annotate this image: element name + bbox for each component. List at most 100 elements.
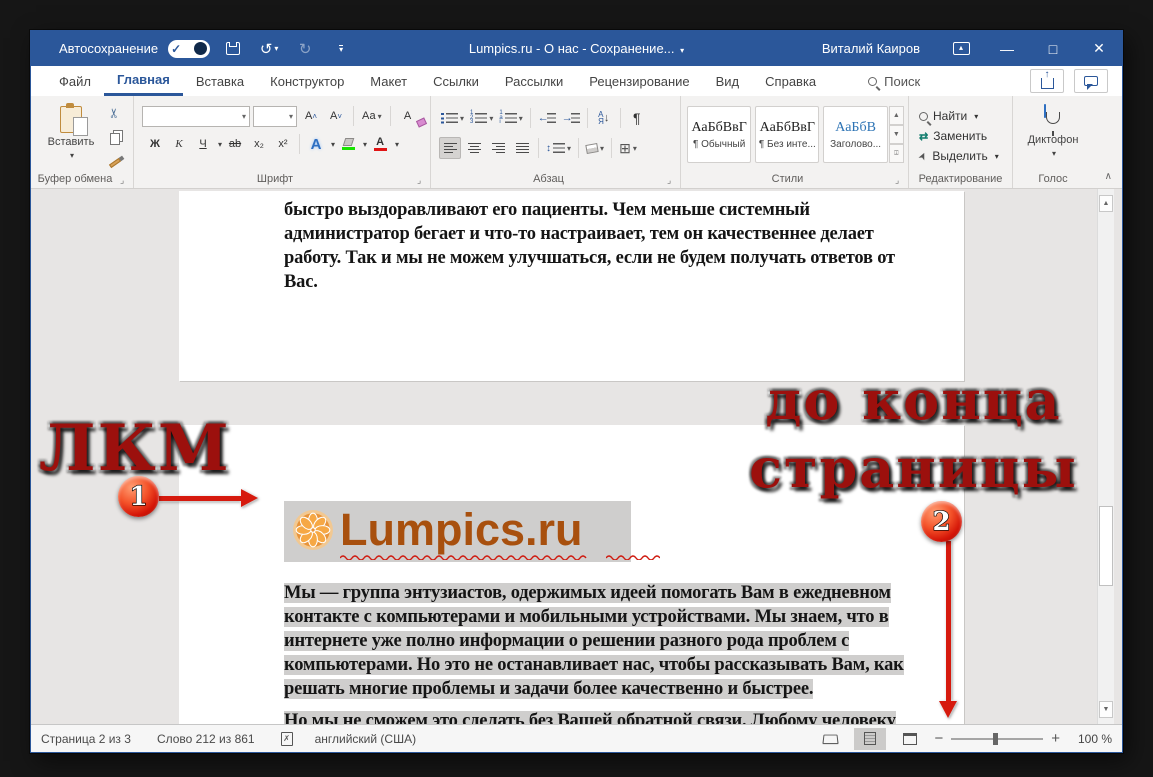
zoom-slider[interactable]	[951, 738, 1043, 740]
grow-font-button[interactable]: А˄	[300, 105, 322, 127]
tab-design[interactable]: Конструктор	[257, 66, 357, 96]
logo-line-selected[interactable]: Lumpics.ru	[284, 501, 631, 562]
underline-button[interactable]: Ч	[192, 133, 214, 155]
tab-insert[interactable]: Вставка	[183, 66, 257, 96]
zoom-percentage[interactable]: 100 %	[1068, 732, 1112, 746]
copy-button[interactable]	[103, 126, 125, 148]
style-no-spacing[interactable]: АаБбВвГ ¶ Без инте...	[755, 106, 819, 163]
page-indicator[interactable]: Страница 2 из 3	[41, 732, 131, 746]
title-dropdown-icon[interactable]: ▾	[680, 46, 684, 55]
maximize-button[interactable]: □	[1030, 31, 1076, 66]
italic-button[interactable]: К	[168, 133, 190, 155]
highlight-dropdown-icon[interactable]: ▾	[363, 140, 367, 149]
increase-indent-button[interactable]: →	[560, 107, 582, 129]
user-name[interactable]: Виталий Каиров	[822, 41, 920, 56]
decrease-indent-button[interactable]: ←	[536, 107, 558, 129]
scroll-down-icon[interactable]: ▼	[1099, 701, 1113, 718]
redo-button[interactable]: ↻	[292, 37, 318, 61]
word-count[interactable]: Слово 212 из 861	[157, 732, 255, 746]
bold-button[interactable]: Ж	[144, 133, 166, 155]
find-button[interactable]: Найти▾	[913, 106, 1008, 126]
customize-quick-access-button[interactable]: ▾	[328, 37, 354, 61]
subscript-button[interactable]: x₂	[248, 133, 270, 155]
show-marks-button[interactable]: ¶	[626, 107, 648, 129]
replace-button[interactable]: ⇄ Заменить	[913, 126, 1008, 146]
language-indicator[interactable]: английский (США)	[315, 732, 416, 746]
tab-help[interactable]: Справка	[752, 66, 829, 96]
superscript-button[interactable]: x²	[272, 133, 294, 155]
styles-more-button[interactable]: ⍗	[889, 144, 904, 163]
step1-arrow	[159, 489, 258, 507]
page1-paragraph[interactable]: быстро выздоравливают его пациенты. Чем …	[284, 198, 902, 294]
close-button[interactable]: ✕	[1076, 31, 1122, 66]
print-layout-button[interactable]	[854, 728, 886, 750]
selected-paragraph-1[interactable]: Мы — группа энтузиастов, одержимых идеей…	[284, 581, 906, 701]
ribbon-display-options-button[interactable]: ▴	[938, 31, 984, 66]
styles-scroll-down-button[interactable]: ▼	[889, 125, 904, 144]
align-center-button[interactable]	[463, 137, 485, 159]
proofing-errors-icon[interactable]: ✗	[281, 732, 293, 746]
text-effects-button[interactable]: А	[305, 133, 327, 155]
line-spacing-button[interactable]: ↕▾	[544, 137, 573, 159]
comments-button[interactable]	[1074, 69, 1108, 93]
align-left-button[interactable]	[439, 137, 461, 159]
font-color-dropdown-icon[interactable]: ▾	[395, 140, 399, 149]
chevron-down-icon: ▾	[70, 151, 74, 160]
tab-layout[interactable]: Макет	[357, 66, 420, 96]
read-mode-button[interactable]	[814, 728, 846, 750]
save-button[interactable]	[220, 37, 246, 61]
tab-view[interactable]: Вид	[703, 66, 753, 96]
dialog-launcher-icon[interactable]: ⌟	[120, 175, 130, 185]
tab-file[interactable]: Файл	[31, 66, 104, 96]
font-color-button[interactable]: А	[369, 133, 391, 155]
scroll-up-icon[interactable]: ▲	[1099, 195, 1113, 212]
align-right-button[interactable]	[487, 137, 509, 159]
paste-button[interactable]: Вставить ▾	[45, 102, 97, 168]
text-effects-dropdown-icon[interactable]: ▾	[331, 140, 335, 149]
font-name-combo[interactable]: ▾	[142, 106, 250, 127]
ribbon-display-icon: ▴	[953, 42, 970, 55]
scrollbar-thumb[interactable]	[1099, 506, 1113, 586]
dictate-button[interactable]: Диктофон ▾	[1017, 100, 1089, 158]
style-normal[interactable]: АаБбВвГ ¶ Обычный	[687, 106, 751, 163]
highlight-button[interactable]	[337, 133, 359, 155]
numbering-button[interactable]: 1 2 3▾	[468, 107, 495, 129]
web-layout-button[interactable]	[894, 728, 926, 750]
zoom-out-button[interactable]: −	[934, 730, 943, 747]
vertical-scrollbar[interactable]: ▲ ▼	[1097, 189, 1114, 726]
page-1[interactable]: быстро выздоравливают его пациенты. Чем …	[179, 191, 964, 381]
minimize-button[interactable]: —	[984, 31, 1030, 66]
shrink-font-button[interactable]: А˅	[325, 105, 347, 127]
collapse-ribbon-button[interactable]: ∧	[1105, 171, 1112, 182]
borders-button[interactable]: ⊞▾	[617, 137, 639, 159]
dialog-launcher-icon[interactable]: ⌟	[667, 175, 677, 185]
share-button[interactable]	[1030, 69, 1064, 93]
shading-button[interactable]: ▾	[584, 137, 606, 159]
strikethrough-button[interactable]: ab	[224, 133, 246, 155]
underline-dropdown-icon[interactable]: ▾	[218, 140, 222, 149]
style-heading[interactable]: АаБбВ Заголово...	[823, 106, 887, 163]
cut-button[interactable]: ✂	[103, 102, 125, 124]
dialog-launcher-icon[interactable]: ⌟	[417, 175, 427, 185]
group-styles: АаБбВвГ ¶ Обычный АаБбВвГ ¶ Без инте... …	[681, 96, 909, 188]
tab-review[interactable]: Рецензирование	[576, 66, 702, 96]
change-case-button[interactable]: Аа▾	[360, 105, 384, 127]
tab-references[interactable]: Ссылки	[420, 66, 492, 96]
tab-mailings[interactable]: Рассылки	[492, 66, 576, 96]
justify-button[interactable]	[511, 137, 533, 159]
zoom-slider-thumb[interactable]	[993, 733, 998, 745]
tab-home[interactable]: Главная	[104, 66, 183, 96]
styles-scroll-up-button[interactable]: ▲	[889, 106, 904, 125]
select-button[interactable]: ➤ Выделить▾	[913, 146, 1008, 166]
undo-button[interactable]: ↺▾	[256, 37, 282, 61]
autosave-toggle[interactable]: ✓	[168, 40, 210, 58]
bullets-button[interactable]: ▾	[439, 107, 466, 129]
clear-formatting-button[interactable]: А	[397, 105, 419, 127]
dialog-launcher-icon[interactable]: ⌟	[895, 175, 905, 185]
format-painter-button[interactable]	[103, 150, 125, 172]
sort-button[interactable]: АЯ↓	[593, 107, 615, 129]
search-box[interactable]: Поиск	[855, 66, 933, 96]
multilevel-list-button[interactable]: 1 a i▾	[497, 107, 524, 129]
zoom-in-button[interactable]: +	[1051, 730, 1060, 747]
font-size-combo[interactable]: ▾	[253, 106, 297, 127]
